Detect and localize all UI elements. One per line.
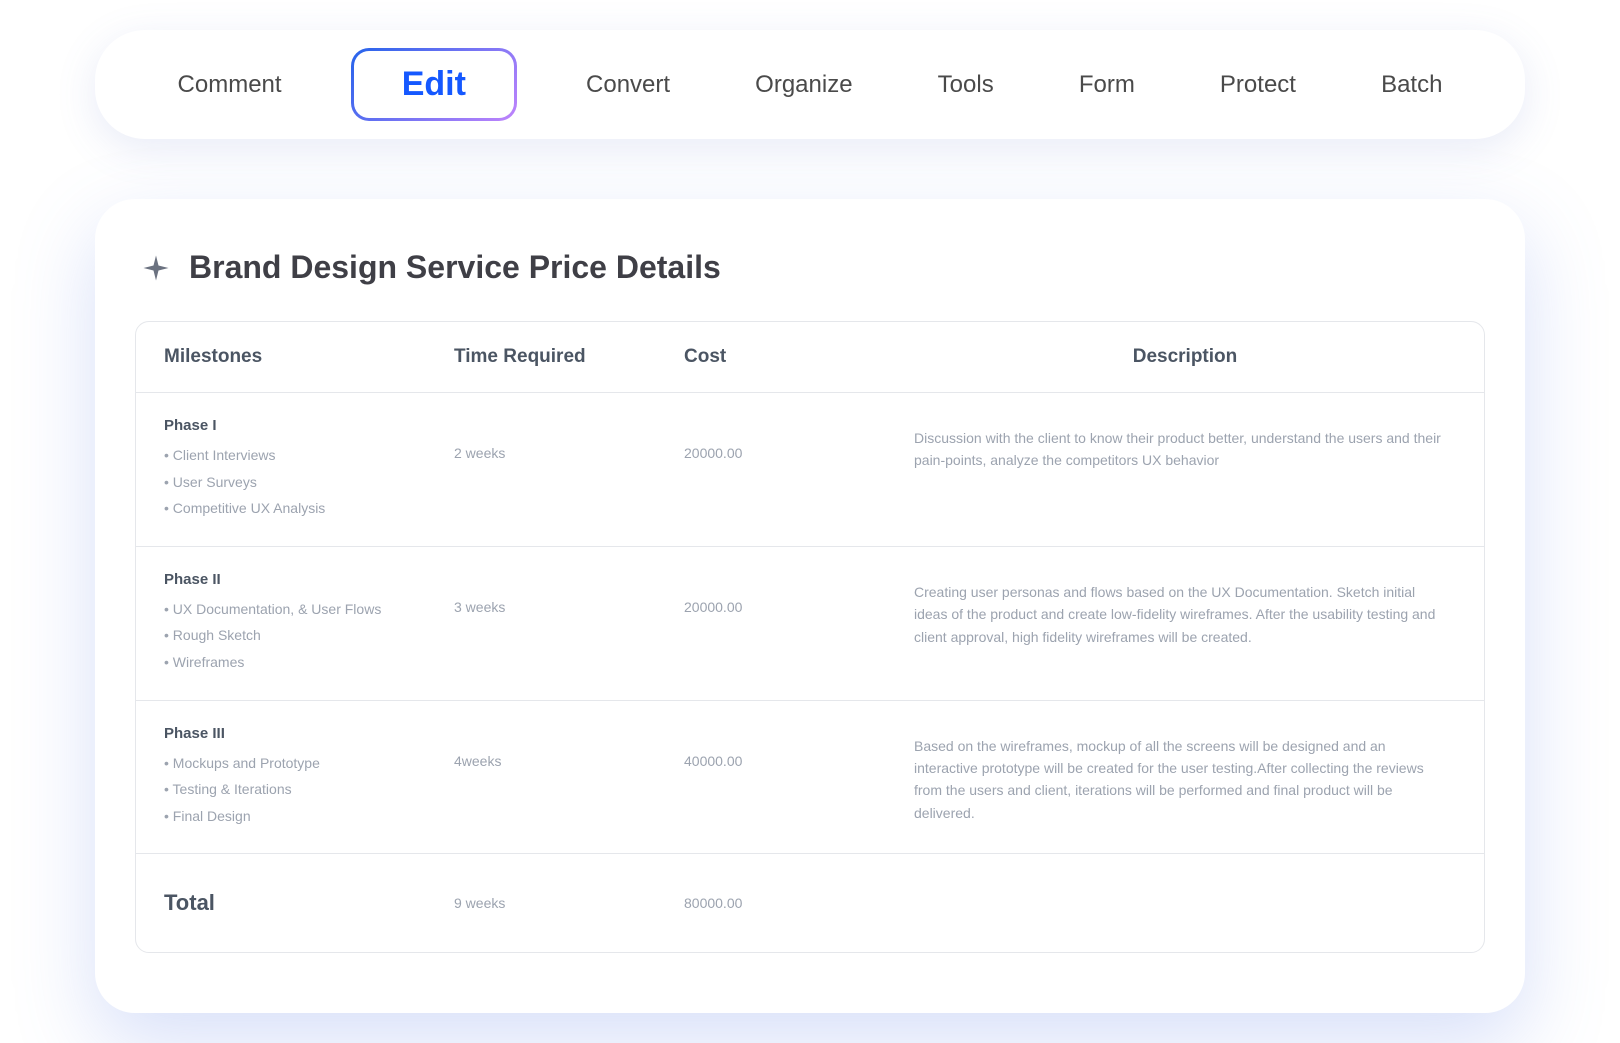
tab-edit[interactable]: Edit <box>351 48 517 121</box>
phase-items: • UX Documentation, & User Flows • Rough… <box>164 596 454 676</box>
price-table: Milestones Time Required Cost Descriptio… <box>135 321 1485 953</box>
cost-cell: 40000.00 <box>684 725 914 769</box>
cost-cell: 20000.00 <box>684 417 914 461</box>
description-cell: Based on the wireframes, mockup of all t… <box>914 725 1456 825</box>
table-row: Phase II • UX Documentation, & User Flow… <box>136 547 1484 701</box>
milestone-cell: Phase I • Client Interviews • User Surve… <box>164 417 454 522</box>
description-cell: Creating user personas and flows based o… <box>914 571 1456 648</box>
document-card: Brand Design Service Price Details Miles… <box>95 199 1525 1013</box>
phase-title: Phase I <box>164 417 454 434</box>
total-label: Total <box>164 890 454 916</box>
sparkle-icon <box>141 253 171 283</box>
tab-tools[interactable]: Tools <box>922 63 1010 107</box>
tab-form[interactable]: Form <box>1063 63 1151 107</box>
time-cell: 4weeks <box>454 725 684 769</box>
table-header-row: Milestones Time Required Cost Descriptio… <box>136 322 1484 393</box>
tab-protect[interactable]: Protect <box>1204 63 1312 107</box>
document-title: Brand Design Service Price Details <box>189 249 721 286</box>
total-row: Total 9 weeks 80000.00 <box>136 854 1484 952</box>
table-row: Phase I • Client Interviews • User Surve… <box>136 393 1484 547</box>
col-header-milestones: Milestones <box>164 346 454 368</box>
cost-cell: 20000.00 <box>684 571 914 615</box>
milestone-cell: Phase III • Mockups and Prototype • Test… <box>164 725 454 830</box>
milestone-cell: Phase II • UX Documentation, & User Flow… <box>164 571 454 676</box>
col-header-description: Description <box>914 346 1456 368</box>
tab-batch[interactable]: Batch <box>1365 63 1458 107</box>
total-time: 9 weeks <box>454 895 684 911</box>
phase-items: • Mockups and Prototype • Testing & Iter… <box>164 750 454 830</box>
col-header-time: Time Required <box>454 346 684 368</box>
tab-comment[interactable]: Comment <box>162 63 298 107</box>
tab-organize[interactable]: Organize <box>739 63 868 107</box>
time-cell: 2 weeks <box>454 417 684 461</box>
tab-bar: Comment Edit Convert Organize Tools Form… <box>95 30 1525 139</box>
phase-title: Phase II <box>164 571 454 588</box>
table-row: Phase III • Mockups and Prototype • Test… <box>136 701 1484 855</box>
total-cost: 80000.00 <box>684 895 914 911</box>
phase-title: Phase III <box>164 725 454 742</box>
tab-convert[interactable]: Convert <box>570 63 686 107</box>
document-header: Brand Design Service Price Details <box>135 249 1485 286</box>
time-cell: 3 weeks <box>454 571 684 615</box>
phase-items: • Client Interviews • User Surveys • Com… <box>164 442 454 522</box>
description-cell: Discussion with the client to know their… <box>914 417 1456 472</box>
tab-edit-label: Edit <box>354 51 514 118</box>
col-header-cost: Cost <box>684 346 914 368</box>
